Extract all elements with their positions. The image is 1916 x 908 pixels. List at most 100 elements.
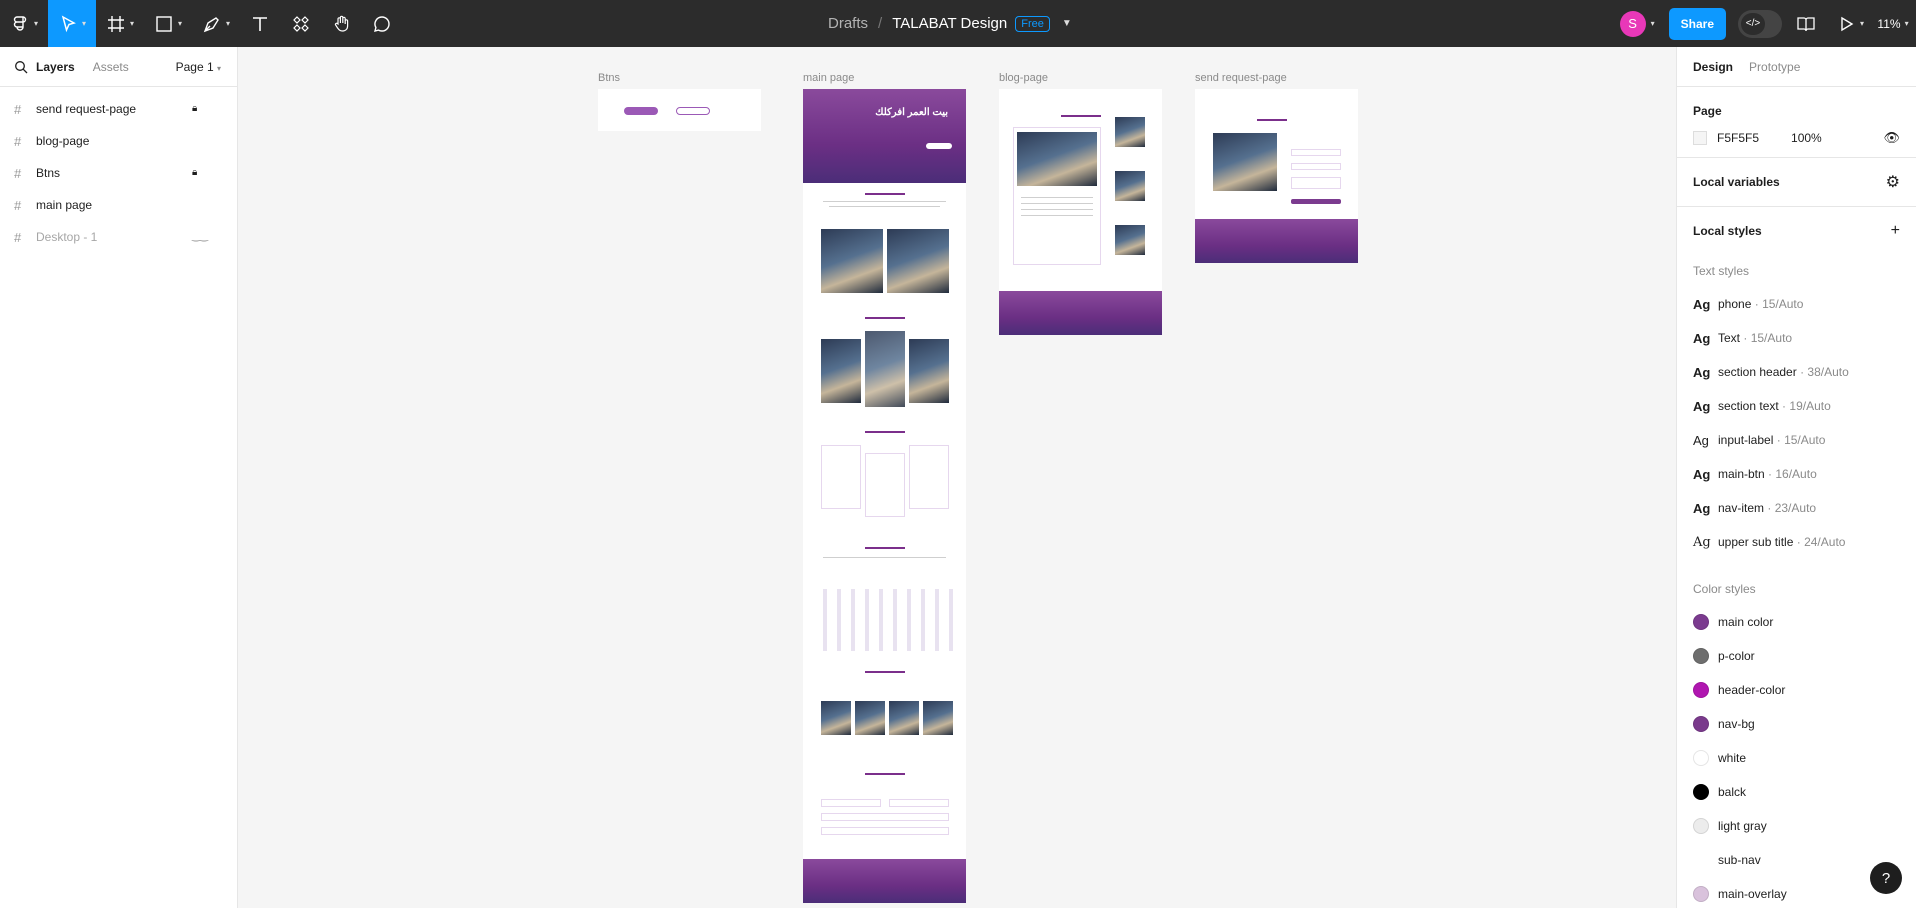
chevron-down-icon[interactable]: ▼ [1062,18,1072,29]
tab-design[interactable]: Design [1693,60,1733,74]
color-style-item[interactable]: p-color [1677,639,1916,673]
layer-send-request-page[interactable]: # send request-page 🔒︎ [0,93,237,125]
layer-blog-page[interactable]: # blog-page [0,125,237,157]
plus-icon[interactable]: + [1891,222,1900,240]
eye-closed-icon[interactable]: ‿‿ [192,231,208,242]
search-icon[interactable] [14,60,28,74]
hand-tool-button[interactable] [322,0,362,47]
file-name[interactable]: TALABAT Design [892,15,1007,32]
text-style-meta: 15/Auto [1784,433,1826,447]
text-style-icon: Ag [1693,466,1711,482]
text-style-item[interactable]: Ag section header · 38/Auto [1677,355,1916,389]
text-style-name: upper sub title [1718,535,1794,549]
color-style-item[interactable]: main color [1677,605,1916,639]
resources-button[interactable] [280,0,322,47]
right-panel-tabs: Design Prototype [1677,47,1916,87]
project-card [909,339,949,403]
color-swatch [1693,784,1709,800]
layer-desktop-1[interactable]: # Desktop - 1 ‿‿ [0,221,237,253]
frame-btns[interactable] [598,89,761,131]
layer-btns[interactable]: # Btns 🔒︎ [0,157,237,189]
text-line [1021,209,1093,210]
main-menu-button[interactable]: ▾ [0,0,48,47]
frame-tool-button[interactable]: ▾ [96,0,144,47]
text-style-item[interactable]: Ag input-label · 15/Auto [1677,423,1916,457]
page-color-value[interactable]: F5F5F5 [1717,131,1759,145]
comment-tool-button[interactable] [362,0,402,47]
page-opacity[interactable]: 100% [1791,131,1822,145]
page-fill-row[interactable]: F5F5F5 100% 👁︎ [1693,129,1900,157]
color-style-name: nav-bg [1718,717,1755,731]
present-button[interactable]: ▾ [1830,0,1870,47]
comment-icon [374,15,390,32]
lock-icon[interactable]: 🔒︎ [192,103,197,114]
color-style-item[interactable]: balck [1677,775,1916,809]
frame-label-main[interactable]: main page [803,72,854,84]
project-card [865,331,905,407]
page-color-swatch[interactable] [1693,131,1707,145]
hero-heading: بيت العمر افركلك [875,107,948,118]
chevron-down-icon: ▾ [129,19,134,28]
testimonial-card [821,445,861,509]
share-button[interactable]: Share [1668,7,1726,40]
color-style-item[interactable]: light gray [1677,809,1916,843]
library-button[interactable] [1782,0,1830,47]
section-heading [865,193,905,195]
text-tool-button[interactable] [240,0,280,47]
chevron-down-icon: ▾ [33,19,38,28]
frame-icon: # [14,197,22,213]
text-style-item[interactable]: Ag section text · 19/Auto [1677,389,1916,423]
frame-label-blog[interactable]: blog-page [999,72,1048,84]
tab-prototype[interactable]: Prototype [1749,60,1800,74]
drafts-link[interactable]: Drafts [828,15,868,32]
avatar[interactable]: S [1619,10,1646,37]
tab-layers[interactable]: Layers [36,60,75,74]
local-variables-section: Local variables ⚙︎ [1677,158,1916,207]
color-style-item[interactable]: nav-bg [1677,707,1916,741]
color-style-item[interactable]: white [1677,741,1916,775]
pen-icon [203,16,219,32]
frame-blog-page[interactable] [999,89,1162,335]
canvas[interactable]: Btns main page بيت العمر افركلك blog-pag… [238,47,1676,908]
pen-tool-button[interactable]: ▾ [192,0,240,47]
text-line [1021,203,1093,204]
frame-label-btns[interactable]: Btns [598,72,620,84]
layer-list: # send request-page 🔒︎ # blog-page # Btn… [0,87,237,253]
chevron-down-icon: ▾ [1904,19,1909,28]
text-style-item[interactable]: Ag upper sub title · 24/Auto [1677,525,1916,559]
plan-badge[interactable]: Free [1015,15,1050,32]
sliders-icon[interactable]: ⚙︎ [1886,172,1900,192]
toolbar-right: S ▾ Share </> ▾ 11% ▾ [1619,0,1916,47]
page-selector-label: Page 1 [175,59,214,74]
tab-assets[interactable]: Assets [93,60,129,74]
eye-icon[interactable]: 👁︎ [1883,130,1900,146]
design-panel: Design Prototype Page F5F5F5 100% 👁︎ Loc… [1676,47,1916,908]
zoom-menu[interactable]: 11% ▾ [1870,0,1916,47]
move-tool-button[interactable]: ▾ [48,0,96,47]
chevron-down-icon: ▾ [225,19,230,28]
color-styles-heading: Color styles [1693,582,1756,596]
text-style-meta: 23/Auto [1774,501,1817,515]
hand-icon [334,15,349,32]
text-style-item[interactable]: Ag phone · 15/Auto [1677,287,1916,321]
shape-tool-button[interactable]: ▾ [144,0,192,47]
form-field [1291,149,1341,156]
text-style-item[interactable]: Ag Text · 15/Auto [1677,321,1916,355]
help-button[interactable]: ? [1870,862,1902,894]
frame-main-page[interactable]: بيت العمر افركلك [803,89,966,903]
frame-label-send[interactable]: send request-page [1195,72,1287,84]
local-styles-heading: Local styles [1693,224,1762,238]
chevron-down-icon[interactable]: ▾ [1651,19,1655,28]
text-style-item[interactable]: Ag nav-item · 23/Auto [1677,491,1916,525]
color-swatch [1693,852,1709,868]
frame-send-request-page[interactable] [1195,89,1358,263]
text-line [1021,215,1093,216]
lock-icon[interactable]: 🔒︎ [192,167,197,178]
text-style-item[interactable]: Ag main-btn · 16/Auto [1677,457,1916,491]
layers-panel: Layers Assets Page 1 ▾ # send request-pa… [0,47,238,908]
color-style-item[interactable]: header-color [1677,673,1916,707]
page-selector[interactable]: Page 1 ▾ [176,60,221,74]
section-heading [865,317,905,319]
dev-mode-toggle[interactable]: </> [1738,9,1782,38]
layer-main-page[interactable]: # main page [0,189,237,221]
